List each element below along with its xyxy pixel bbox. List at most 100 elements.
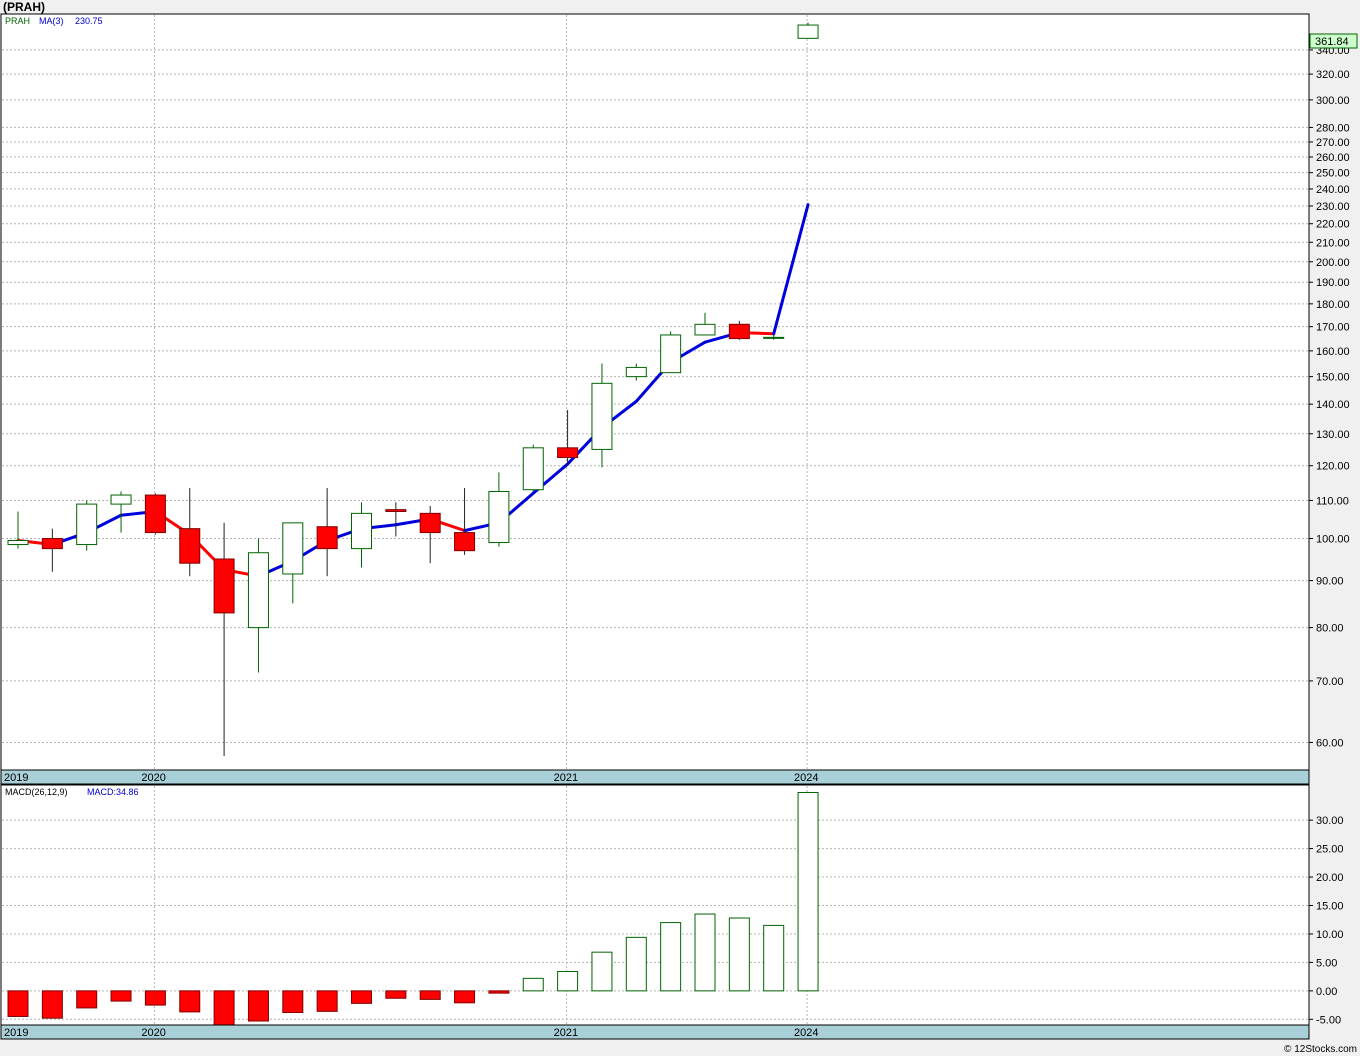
price-tick-label: 110.00 bbox=[1316, 495, 1349, 507]
price-tick-label: 120.00 bbox=[1316, 461, 1350, 473]
macd-bar bbox=[419, 990, 441, 1000]
price-panel bbox=[0, 13, 1310, 785]
macd-bar bbox=[247, 990, 269, 1022]
macd-tick-label: 5.00 bbox=[1316, 957, 1337, 969]
macd-bar bbox=[763, 924, 785, 992]
price-tick-label: 80.00 bbox=[1316, 623, 1344, 635]
macd-bar bbox=[454, 990, 476, 1004]
macd-bar bbox=[179, 990, 201, 1013]
price-tick-label: 210.00 bbox=[1316, 237, 1350, 249]
price-tick-label: 100.00 bbox=[1316, 534, 1350, 546]
macd-bar bbox=[351, 990, 372, 1004]
candle-body bbox=[797, 24, 819, 39]
price-tick-label: 180.00 bbox=[1316, 299, 1350, 311]
macd-bar bbox=[591, 951, 613, 992]
candle-body bbox=[385, 509, 407, 512]
macd-tick-label: -5.00 bbox=[1316, 1014, 1341, 1026]
candle-body bbox=[419, 512, 441, 534]
candle-body bbox=[763, 336, 785, 339]
macd-axis: -5.00 0.00 5.00 10.00 15.00 20.00 25.00 30.00 bbox=[1309, 815, 1344, 1026]
macd-bar bbox=[557, 971, 579, 992]
price-date-axis-band bbox=[0, 769, 1310, 785]
price-tick-label: 70.00 bbox=[1316, 676, 1344, 688]
candle-body bbox=[591, 382, 613, 450]
macd-bar bbox=[41, 990, 63, 1019]
macd-bar bbox=[797, 791, 819, 992]
candle-body bbox=[625, 366, 647, 378]
price-tick-label: 90.00 bbox=[1316, 576, 1344, 588]
macd-bar bbox=[660, 922, 682, 992]
macd-bar bbox=[282, 990, 304, 1013]
macd-bar bbox=[144, 990, 166, 1006]
price-date-label: 2024 bbox=[794, 772, 818, 784]
macd-bar bbox=[110, 990, 132, 1002]
legend-ma-label: MA(3) bbox=[39, 16, 64, 26]
price-tick-label: 130.00 bbox=[1316, 429, 1350, 441]
candle-body bbox=[660, 334, 682, 374]
price-tick-label: 240.00 bbox=[1316, 184, 1350, 196]
stock-chart: (PRAH) 2019 2020 2021 2024 60.00 70.00 80.00 9… bbox=[0, 0, 1358, 1055]
candle bbox=[76, 500, 98, 551]
macd-bar bbox=[488, 990, 510, 994]
copyright-footer: © 12Stocks.com bbox=[1284, 1044, 1357, 1055]
candle-body bbox=[728, 323, 750, 340]
macd-legend-value: MACD:34.86 bbox=[87, 787, 139, 797]
price-tick-label: 320.00 bbox=[1316, 69, 1350, 81]
macd-bar bbox=[316, 990, 338, 1012]
candle bbox=[144, 493, 166, 535]
candle bbox=[797, 22, 819, 39]
candle bbox=[522, 444, 544, 492]
macd-bar bbox=[7, 990, 29, 1017]
legend-ma-value: 230.75 bbox=[75, 16, 103, 26]
candle-body bbox=[76, 503, 98, 546]
price-tick-label: 140.00 bbox=[1316, 399, 1350, 411]
macd-date-label: 2020 bbox=[141, 1027, 165, 1039]
price-tick-label: 190.00 bbox=[1316, 277, 1350, 289]
macd-bar bbox=[522, 977, 544, 992]
price-date-label: 2020 bbox=[141, 772, 165, 784]
candle-body bbox=[179, 528, 201, 564]
candle-body bbox=[557, 447, 579, 458]
candle-body bbox=[351, 512, 372, 550]
price-tick-label: 200.00 bbox=[1316, 257, 1350, 269]
price-tick-label: 260.00 bbox=[1316, 152, 1350, 164]
macd-bar bbox=[213, 990, 235, 1026]
price-date-label: 2019 bbox=[4, 772, 28, 784]
candle-body bbox=[247, 552, 269, 629]
price-tick-label: 60.00 bbox=[1316, 737, 1344, 749]
candle-body bbox=[144, 494, 166, 534]
price-tick-label: 220.00 bbox=[1316, 219, 1350, 231]
price-tick-label: 160.00 bbox=[1316, 346, 1350, 358]
macd-bar bbox=[625, 936, 647, 992]
candle-body bbox=[694, 323, 716, 336]
price-tick-label: 150.00 bbox=[1316, 372, 1350, 384]
legend-ticker: PRAH bbox=[5, 16, 30, 26]
candle-body bbox=[522, 447, 544, 491]
macd-bar bbox=[76, 990, 98, 1009]
price-legend: PRAH MA(3) 230.75 bbox=[5, 16, 103, 26]
macd-date-axis-band bbox=[0, 1024, 1310, 1040]
candle-body bbox=[488, 490, 510, 544]
price-axis: 60.00 70.00 80.00 90.00 100.00 110.00 120.00 13… bbox=[1309, 45, 1350, 749]
macd-tick-label: 15.00 bbox=[1316, 901, 1344, 913]
candle-body bbox=[213, 558, 235, 614]
macd-bar bbox=[694, 913, 716, 992]
macd-bar bbox=[728, 917, 750, 992]
price-tick-label: 300.00 bbox=[1316, 95, 1350, 107]
candle bbox=[660, 331, 682, 374]
macd-date-label: 2019 bbox=[4, 1027, 28, 1039]
macd-tick-label: 0.00 bbox=[1316, 986, 1337, 998]
price-tick-label: 270.00 bbox=[1316, 137, 1350, 149]
chart-title: (PRAH) bbox=[3, 0, 45, 14]
price-tick-label: 170.00 bbox=[1316, 322, 1350, 334]
price-tick-label: 230.00 bbox=[1316, 201, 1350, 213]
candle-body bbox=[282, 522, 304, 575]
macd-legend-name: MACD(26,12,9) bbox=[5, 787, 68, 797]
macd-tick-label: 30.00 bbox=[1316, 815, 1344, 827]
macd-tick-label: 20.00 bbox=[1316, 872, 1344, 884]
last-price-tag: 361.84 bbox=[1309, 33, 1358, 49]
price-tick-label: 250.00 bbox=[1316, 168, 1350, 180]
candle-body bbox=[454, 532, 476, 552]
last-price-value: 361.84 bbox=[1315, 36, 1349, 48]
macd-date-label: 2024 bbox=[794, 1027, 818, 1039]
